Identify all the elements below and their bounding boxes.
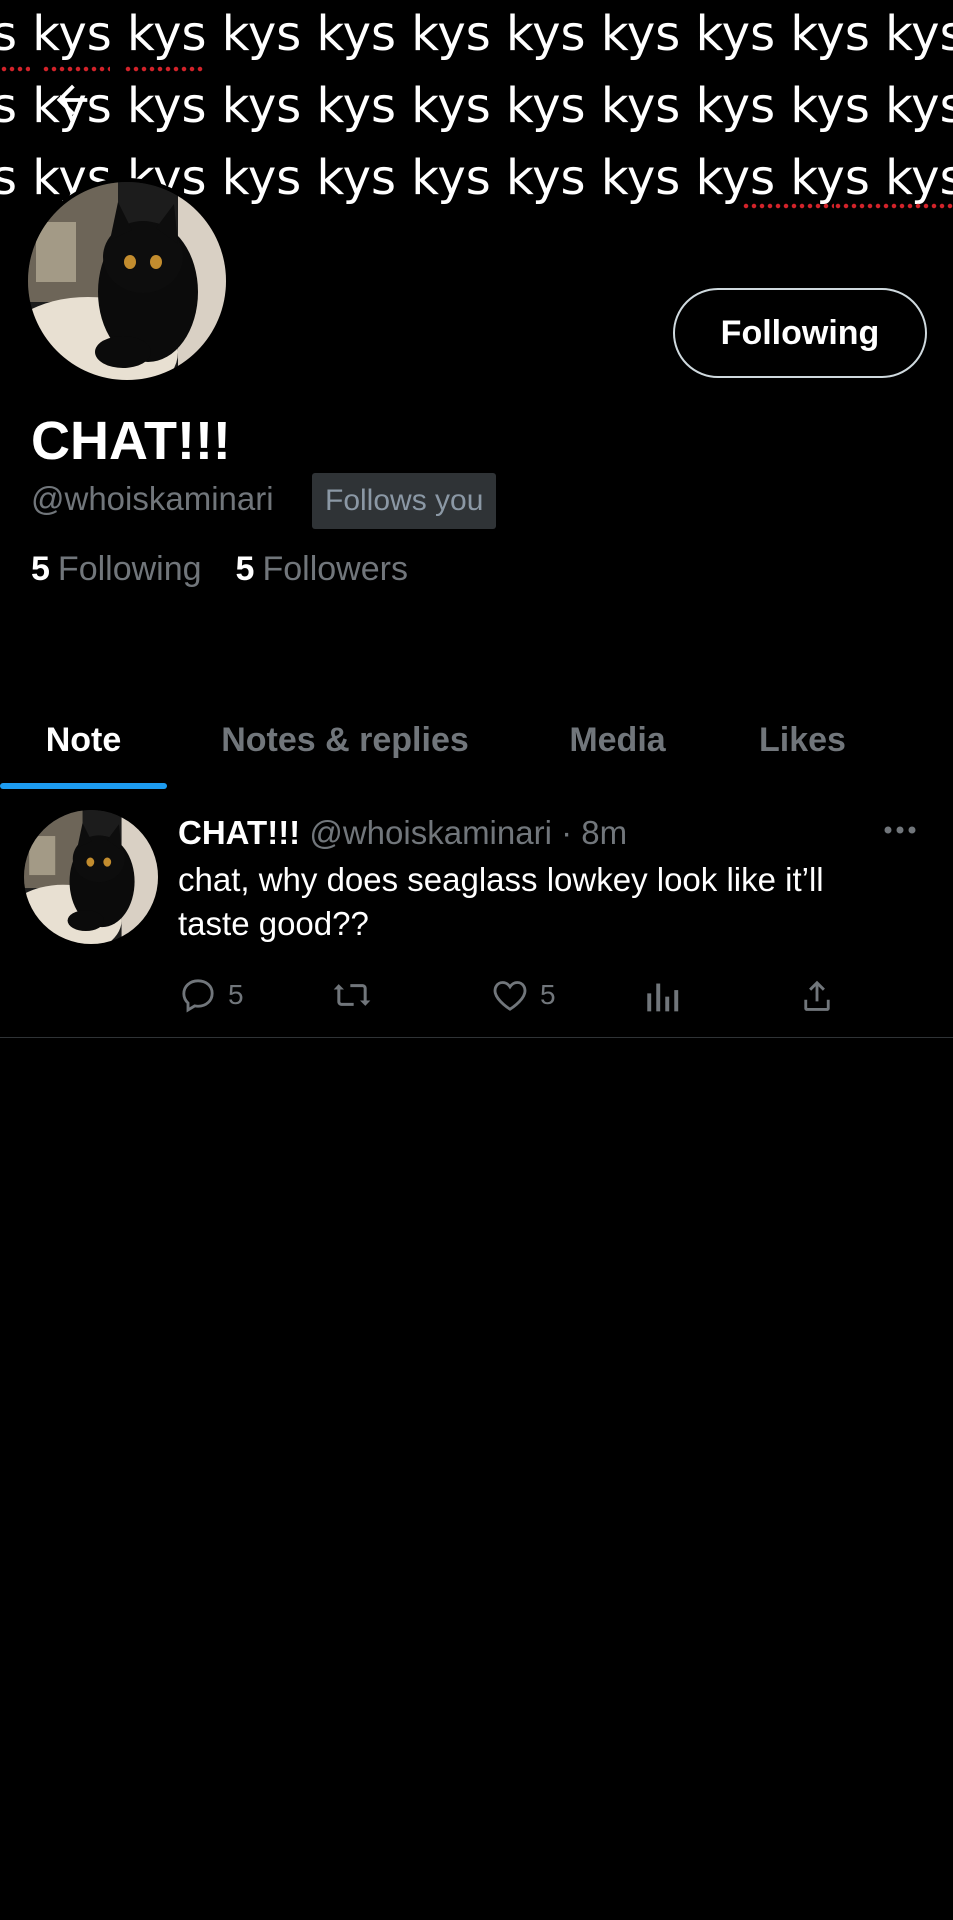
views-icon <box>647 983 679 1012</box>
like-button[interactable]: 5 <box>490 970 556 1020</box>
tab-notes-replies[interactable]: Notes & replies <box>190 690 500 790</box>
post-actions: 5 5 <box>178 970 878 1020</box>
more-button[interactable] <box>880 820 920 840</box>
more-icon <box>884 826 916 834</box>
spellcheck-underline <box>834 203 953 209</box>
post-author-name[interactable]: CHAT!!! <box>178 814 300 851</box>
following-stat[interactable]: 5 Following <box>31 550 202 589</box>
following-count: 5 <box>31 550 50 588</box>
followers-label: Followers <box>262 550 408 588</box>
tab-note[interactable]: Note <box>0 690 167 790</box>
post-text: chat, why does seaglass lowkey look like… <box>178 861 824 942</box>
profile-tabs: Note Notes & replies Media Likes <box>0 690 953 790</box>
following-label: Following <box>57 550 202 588</box>
spellcheck-underline <box>0 66 30 72</box>
profile-handle: @whoiskaminari <box>31 480 274 517</box>
share-icon <box>804 980 830 1011</box>
followers-stat[interactable]: 5 Followers <box>236 550 408 589</box>
cat-avatar-image <box>24 810 158 944</box>
post-avatar[interactable] <box>24 810 158 944</box>
active-tab-indicator <box>0 783 167 789</box>
tab-media[interactable]: Media <box>540 690 695 790</box>
repost-button[interactable] <box>330 970 374 1020</box>
like-icon <box>493 981 527 1011</box>
share-button[interactable] <box>798 970 836 1020</box>
tab-likes[interactable]: Likes <box>730 690 875 790</box>
back-arrow-icon <box>56 84 88 116</box>
back-button[interactable] <box>44 72 100 128</box>
banner-text-line: s kys kys kys kys kys kys kys kys kys ky… <box>0 6 953 62</box>
follows-you-badge: Follows you <box>312 473 497 529</box>
post-item[interactable]: CHAT!!! @whoiskaminari · 8m chat, why do… <box>0 790 953 1038</box>
reply-button[interactable]: 5 <box>178 970 244 1020</box>
followers-count: 5 <box>235 550 255 588</box>
spellcheck-underline <box>742 203 834 209</box>
reply-count: 5 <box>228 979 244 1010</box>
like-count: 5 <box>540 979 556 1010</box>
profile-avatar[interactable] <box>24 178 230 384</box>
post-header: CHAT!!! @whoiskaminari · 8m <box>178 814 627 852</box>
views-button[interactable] <box>644 970 680 1020</box>
reply-icon <box>182 979 214 1013</box>
cat-avatar-image <box>28 182 226 380</box>
post-author-meta: @whoiskaminari · 8m <box>309 814 628 851</box>
profile-display-name: CHAT!!! <box>31 411 231 471</box>
follow-stats: 5 Following 5 Followers <box>31 550 408 589</box>
repost-icon <box>333 984 371 1006</box>
banner-text-line: s kys kys kys kys kys kys kys kys kys ky… <box>0 78 953 134</box>
spellcheck-underline <box>124 66 204 72</box>
following-button[interactable]: Following <box>673 288 927 378</box>
